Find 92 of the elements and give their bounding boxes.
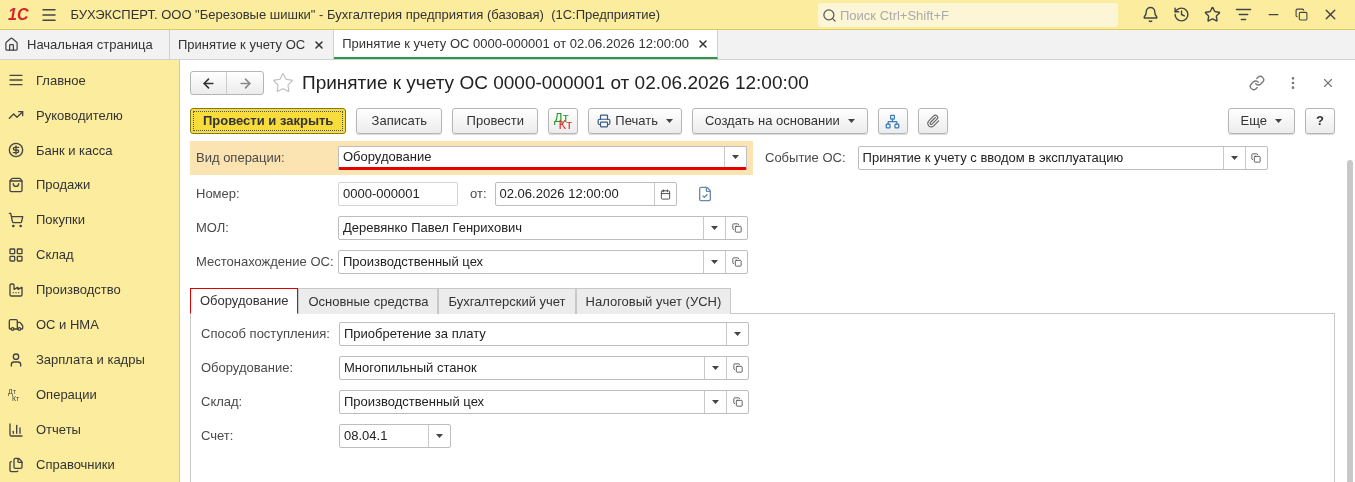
caret-icon	[734, 332, 741, 336]
sidebar-item[interactable]: Продажи	[0, 167, 179, 203]
toolbar-button[interactable]: ?	[1305, 108, 1335, 134]
paperclip-icon	[925, 114, 940, 128]
caret-icon	[847, 119, 855, 123]
caret-icon	[436, 434, 443, 438]
caret-icon	[712, 400, 719, 404]
section-icon	[8, 142, 24, 159]
select-field[interactable]: Деревянко Павел Генрихович	[338, 216, 748, 240]
sidebar-item[interactable]: Производство	[0, 272, 179, 308]
open-window-icon	[732, 397, 743, 407]
section-icon	[8, 456, 24, 473]
attach-button[interactable]	[917, 108, 948, 134]
window-tab[interactable]: Принятие к учету ОС 0000-000001 от 02.06.2026 12:00:00	[334, 30, 719, 59]
form-tab[interactable]: Оборудование	[190, 288, 299, 314]
caret-icon	[665, 119, 673, 123]
toolbar-button[interactable]: Провести	[452, 108, 539, 134]
section-icon	[8, 177, 24, 194]
toolbar-button[interactable]: Записать	[356, 108, 443, 134]
select-field[interactable]: 08.04.1	[339, 424, 451, 448]
section-icon	[8, 282, 24, 298]
field-label: Способ поступления:	[201, 325, 331, 344]
field-label: МОЛ:	[196, 219, 230, 238]
structure-button[interactable]	[877, 108, 908, 134]
close-icon[interactable]	[697, 37, 710, 50]
field-label: Вид операции:	[196, 149, 286, 168]
field-label: Счет:	[201, 427, 235, 446]
field-label: Оборудование:	[201, 359, 295, 378]
funnel-menu-icon[interactable]	[1235, 6, 1252, 23]
field-label: от:	[470, 185, 487, 204]
window-title: БУХЭКСПЕРТ. ООО "Березовые шишки" - Бухгалтерия предприятия (базовая) (1С:Предприятие)	[70, 5, 661, 24]
select-field[interactable]: Производственный цех	[338, 250, 748, 274]
sidebar-item[interactable]: Главное	[0, 63, 179, 98]
app-logo: 1С	[8, 4, 29, 25]
sidebar-item[interactable]: Отчеты	[0, 412, 179, 448]
caret-icon	[732, 155, 739, 159]
field-label: Номер:	[196, 185, 241, 204]
scrollbar[interactable]	[1347, 160, 1353, 482]
sidebar-item[interactable]: Справочники	[0, 447, 179, 482]
favorite-star-icon[interactable]	[272, 72, 294, 94]
sidebar-item[interactable]: Банк и касса	[0, 132, 179, 168]
section-icon	[8, 351, 24, 368]
hierarchy-icon	[885, 113, 901, 129]
section-icon	[8, 421, 24, 438]
select-field[interactable]: Оборудование	[338, 146, 747, 170]
section-icon	[8, 316, 24, 333]
close-icon[interactable]	[313, 38, 326, 51]
date-field[interactable]: 02.06.2026 12:00:00	[494, 182, 677, 206]
menu-button[interactable]: Еще	[1227, 108, 1295, 134]
history-icon[interactable]	[1173, 6, 1190, 23]
section-icon	[8, 212, 24, 229]
caret-icon	[1275, 119, 1282, 123]
form-tab[interactable]: Бухгалтерский учет	[438, 288, 576, 314]
calendar-icon	[659, 188, 671, 200]
restore-icon[interactable]	[1295, 8, 1308, 21]
printer-icon	[597, 114, 612, 128]
select-field[interactable]: Принятие к учету с вводом в эксплуатацию	[857, 146, 1268, 170]
select-field[interactable]: Многопильный станок	[339, 356, 749, 380]
field-label: Склад:	[201, 393, 244, 412]
forward-arrow-icon	[237, 75, 253, 91]
search-field[interactable]: Поиск Ctrl+Shift+F	[818, 3, 1118, 27]
open-window-icon	[732, 363, 743, 373]
caret-icon	[1230, 156, 1238, 160]
caret-icon	[711, 226, 718, 230]
sidebar-item[interactable]: Склад	[0, 237, 179, 273]
form-tab[interactable]: Основные средства	[298, 288, 439, 314]
open-window-icon	[731, 257, 742, 267]
number-field[interactable]: 0000-000001	[338, 182, 458, 206]
section-icon	[8, 247, 24, 264]
notifications-icon[interactable]	[1142, 6, 1159, 23]
search-icon	[822, 7, 837, 23]
form-tab[interactable]: Налоговый учет (УСН)	[575, 288, 732, 314]
sidebar-item[interactable]: Руководителю	[0, 97, 179, 133]
link-icon[interactable]	[1249, 75, 1265, 91]
select-field[interactable]: Приобретение за плату	[339, 322, 749, 346]
sidebar-item[interactable]: ОС и НМА	[0, 307, 179, 343]
document-check-icon[interactable]	[696, 186, 713, 202]
caret-icon	[711, 260, 718, 264]
home-icon	[4, 37, 19, 52]
print-button[interactable]: Печать	[588, 108, 682, 134]
open-window-icon	[1251, 153, 1262, 163]
post-and-close-button[interactable]: Провести и закрыть	[190, 108, 347, 134]
window-tab[interactable]: Начальная страница	[0, 30, 170, 59]
open-window-icon	[731, 223, 742, 233]
sidebar-item[interactable]: Покупки	[0, 202, 179, 238]
form-title: Принятие к учету ОС 0000-000001 от 02.06.2026 12:00:00	[302, 70, 809, 95]
caret-icon	[712, 366, 719, 370]
sidebar-item[interactable]: Зарплата и кадры	[0, 342, 179, 378]
menu-button[interactable]: Создать на основании	[691, 108, 868, 134]
favorites-icon[interactable]	[1204, 6, 1221, 23]
field-label: Событие ОС:	[765, 149, 846, 168]
select-field[interactable]: Производственный цех	[339, 390, 749, 414]
